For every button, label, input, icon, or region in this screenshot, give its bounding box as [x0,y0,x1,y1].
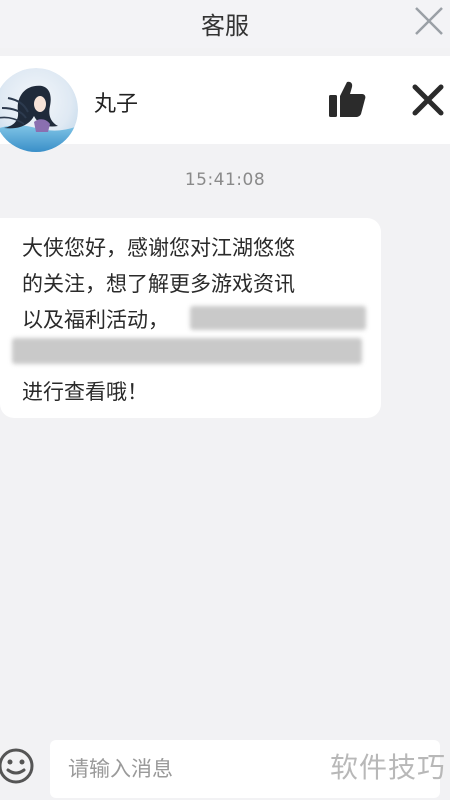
message-line: 的关注，想了解更多游戏资讯 [22,272,295,296]
title-bar: 客服 [0,0,450,48]
message-line: 大侠您好，感谢您对江湖悠悠 [22,236,295,260]
message-timestamp: 15:41:08 [184,170,266,190]
chat-screen: 客服 丸子 15:41:08 大侠您好，感谢您对江湖悠悠 的关注，想了解更多游戏… [0,0,450,800]
redacted-text [190,306,366,330]
watermark-text: 软件技巧 [329,751,446,784]
message-bubble: 大侠您好，感谢您对江湖悠悠 的关注，想了解更多游戏资讯 以及福利活动， 进行查看… [0,218,381,418]
avatar[interactable] [0,68,78,152]
thumbs-up-icon[interactable] [326,78,368,120]
message-line: 进行查看哦！ [22,380,148,404]
agent-name: 丸子 [94,92,139,117]
redacted-text [12,338,362,364]
window-close-icon[interactable] [410,2,448,40]
close-icon[interactable] [410,82,446,118]
emoji-icon[interactable] [0,746,36,786]
page-title: 客服 [201,12,249,40]
agent-header: 丸子 [0,56,450,152]
